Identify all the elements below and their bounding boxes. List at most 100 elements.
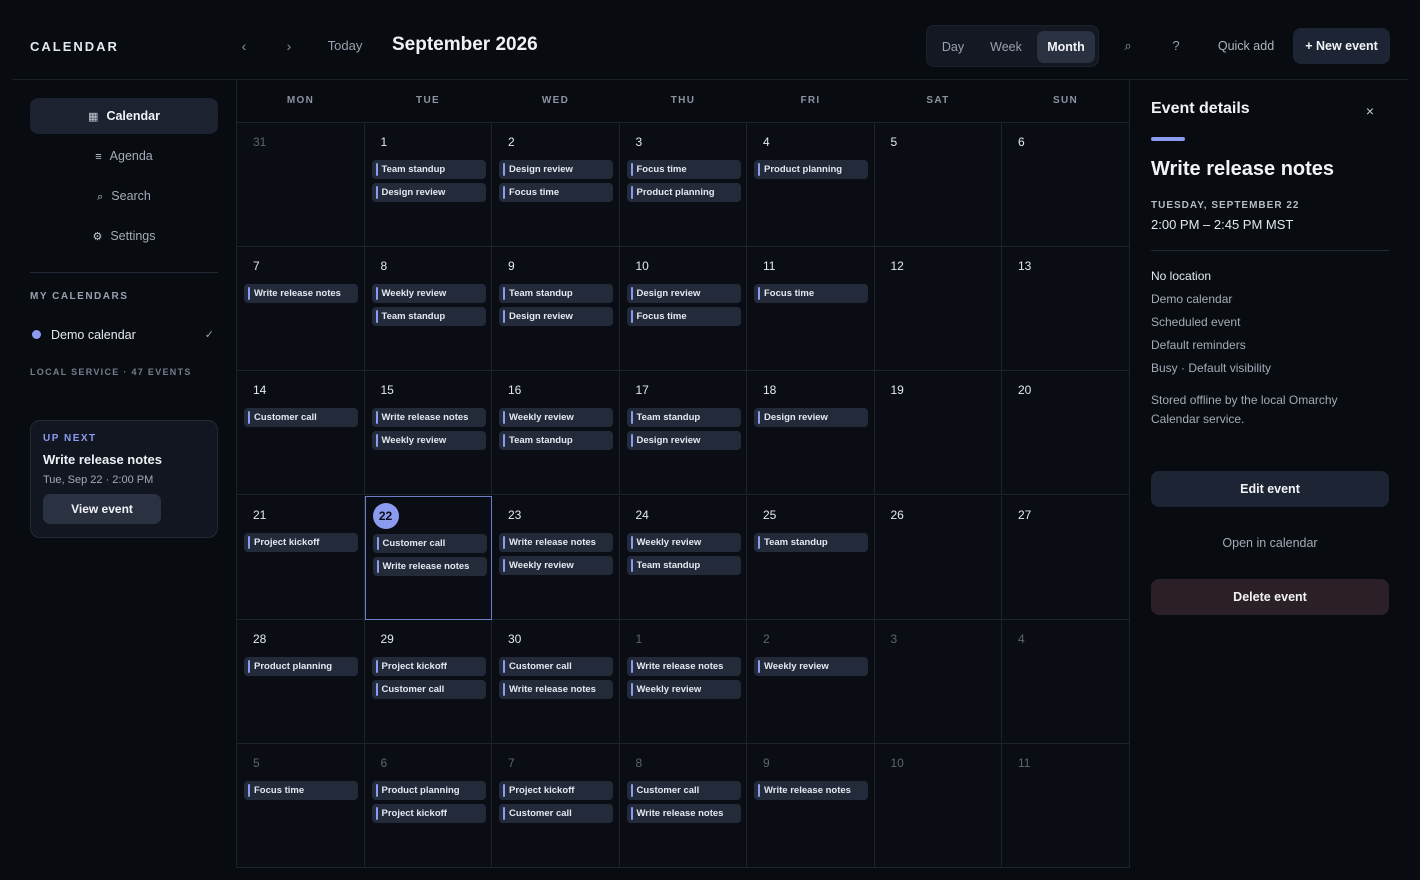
event-chip[interactable]: Customer call: [371, 679, 486, 699]
event-chip[interactable]: Product planning: [244, 656, 358, 676]
day-cell[interactable]: 1 Write release notes Weekly review: [619, 619, 747, 744]
day-cell[interactable]: 2 Design review Focus time: [492, 123, 620, 247]
sidebar-item-settings[interactable]: ⚙ Settings: [30, 218, 218, 254]
day-cell[interactable]: 28 Product planning: [237, 619, 365, 744]
search-button[interactable]: ⌕: [1116, 34, 1140, 58]
event-chip[interactable]: Write release notes: [371, 408, 486, 428]
event-chip[interactable]: Write release notes: [754, 781, 868, 800]
event-chip[interactable]: Team standup: [626, 555, 741, 575]
event-chip[interactable]: Team standup: [499, 284, 613, 304]
event-chip[interactable]: Write release notes: [372, 556, 487, 576]
day-cell-selected[interactable]: 22 Customer call Write release notes: [364, 495, 492, 620]
day-cell[interactable]: 25 Team standup: [747, 495, 875, 620]
event-chip[interactable]: Customer call: [244, 408, 358, 428]
day-cell[interactable]: 18 Design review: [747, 371, 875, 496]
day-cell[interactable]: 15 Write release notes Weekly review: [364, 371, 492, 496]
event-chip[interactable]: Design review: [626, 431, 741, 451]
day-cell[interactable]: 8 Customer call Write release notes: [619, 744, 747, 868]
day-cell[interactable]: 5 Focus time: [237, 744, 365, 868]
new-event-button[interactable]: + New event: [1293, 28, 1390, 64]
day-cell[interactable]: 3: [874, 619, 1002, 744]
day-cell[interactable]: 6 Product planning Project kickoff: [364, 744, 492, 868]
event-chip[interactable]: Product planning: [754, 160, 868, 179]
help-button[interactable]: ?: [1164, 34, 1188, 58]
quick-add-button[interactable]: Quick add: [1202, 30, 1290, 62]
day-cell[interactable]: 9 Team standup Design review: [492, 247, 620, 372]
event-chip[interactable]: Team standup: [499, 431, 613, 451]
event-chip[interactable]: Write release notes: [626, 656, 741, 676]
day-cell[interactable]: 3 Focus time Product planning: [619, 123, 747, 247]
day-cell[interactable]: 4 Product planning: [747, 123, 875, 247]
next-month-button[interactable]: ›: [275, 32, 303, 60]
event-chip[interactable]: Product planning: [371, 781, 486, 800]
event-chip[interactable]: Write release notes: [499, 679, 613, 699]
event-chip[interactable]: Product planning: [626, 183, 741, 202]
day-cell[interactable]: 20: [1002, 371, 1130, 496]
event-chip[interactable]: Weekly review: [626, 532, 741, 552]
event-chip[interactable]: Write release notes: [244, 284, 358, 304]
close-details-button[interactable]: ×: [1358, 99, 1382, 123]
event-chip[interactable]: Design review: [371, 183, 486, 202]
event-chip[interactable]: Weekly review: [754, 656, 868, 676]
event-chip[interactable]: Project kickoff: [244, 532, 358, 552]
day-cell[interactable]: 29 Project kickoff Customer call: [364, 619, 492, 744]
sidebar-item-agenda[interactable]: ≡ Agenda: [30, 138, 218, 174]
event-chip[interactable]: Focus time: [754, 284, 868, 304]
open-in-calendar-button[interactable]: Open in calendar: [1151, 525, 1389, 561]
event-chip[interactable]: Weekly review: [371, 431, 486, 451]
day-cell[interactable]: 31: [237, 123, 365, 247]
event-chip[interactable]: Weekly review: [371, 284, 486, 304]
event-chip[interactable]: Customer call: [499, 804, 613, 823]
event-chip[interactable]: Focus time: [626, 160, 741, 179]
day-cell[interactable]: 26: [874, 495, 1002, 620]
delete-event-button[interactable]: Delete event: [1151, 579, 1389, 615]
day-cell[interactable]: 11: [1002, 744, 1130, 868]
day-cell[interactable]: 16 Weekly review Team standup: [492, 371, 620, 496]
sidebar-item-search[interactable]: ⌕ Search: [30, 178, 218, 214]
event-chip[interactable]: Customer call: [372, 533, 487, 553]
event-chip[interactable]: Write release notes: [499, 532, 613, 552]
view-event-button[interactable]: View event: [43, 494, 161, 524]
event-chip[interactable]: Weekly review: [499, 408, 613, 428]
event-chip[interactable]: Write release notes: [626, 804, 741, 823]
prev-month-button[interactable]: ‹: [230, 32, 258, 60]
day-cell[interactable]: 10 Design review Focus time: [619, 247, 747, 372]
day-cell[interactable]: 7 Write release notes: [237, 247, 365, 372]
day-cell[interactable]: 24 Weekly review Team standup: [619, 495, 747, 620]
event-chip[interactable]: Project kickoff: [371, 804, 486, 823]
event-chip[interactable]: Project kickoff: [499, 781, 613, 800]
day-cell[interactable]: 1 Team standup Design review: [364, 123, 492, 247]
event-chip[interactable]: Focus time: [244, 781, 358, 800]
event-chip[interactable]: Team standup: [754, 532, 868, 552]
event-chip[interactable]: Design review: [499, 307, 613, 327]
day-cell[interactable]: 19: [874, 371, 1002, 496]
view-month-button[interactable]: Month: [1037, 31, 1095, 63]
event-chip[interactable]: Team standup: [626, 408, 741, 428]
day-cell[interactable]: 8 Weekly review Team standup: [364, 247, 492, 372]
event-chip[interactable]: Customer call: [499, 656, 613, 676]
calendar-toggle-demo[interactable]: Demo calendar ✓: [30, 326, 218, 344]
day-cell[interactable]: 30 Customer call Write release notes: [492, 619, 620, 744]
day-cell[interactable]: 12: [874, 247, 1002, 372]
day-cell[interactable]: 9 Write release notes: [747, 744, 875, 868]
event-chip[interactable]: Team standup: [371, 307, 486, 327]
day-cell[interactable]: 7 Project kickoff Customer call: [492, 744, 620, 868]
sidebar-item-calendar[interactable]: ▦ Calendar: [30, 98, 218, 134]
day-cell[interactable]: 11 Focus time: [747, 247, 875, 372]
day-cell[interactable]: 4: [1002, 619, 1130, 744]
event-chip[interactable]: Design review: [754, 408, 868, 428]
event-chip[interactable]: Focus time: [499, 183, 613, 202]
day-cell[interactable]: 21 Project kickoff: [237, 495, 365, 620]
day-cell[interactable]: 5: [874, 123, 1002, 247]
event-chip[interactable]: Weekly review: [499, 555, 613, 575]
day-cell[interactable]: 14 Customer call: [237, 371, 365, 496]
edit-event-button[interactable]: Edit event: [1151, 471, 1389, 507]
day-cell[interactable]: 13: [1002, 247, 1130, 372]
day-cell[interactable]: 23 Write release notes Weekly review: [492, 495, 620, 620]
day-cell[interactable]: 17 Team standup Design review: [619, 371, 747, 496]
day-cell[interactable]: 10: [874, 744, 1002, 868]
view-week-button[interactable]: Week: [979, 31, 1033, 63]
event-chip[interactable]: Design review: [499, 160, 613, 179]
day-cell[interactable]: 6: [1002, 123, 1130, 247]
today-button[interactable]: Today: [317, 30, 373, 62]
